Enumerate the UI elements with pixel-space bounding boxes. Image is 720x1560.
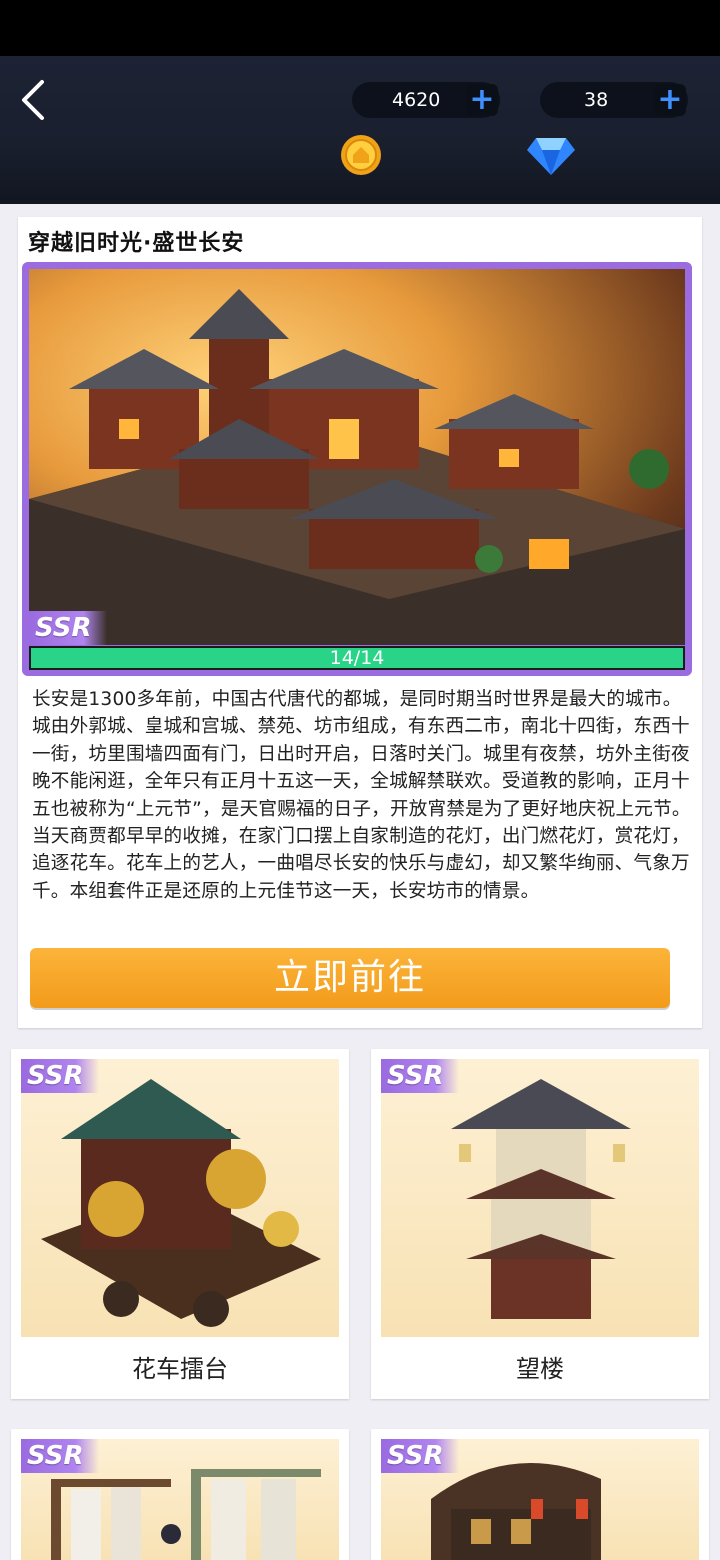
item-image: SSR: [381, 1439, 699, 1560]
rarity-badge: SSR: [21, 1059, 99, 1093]
rarity-badge: SSR: [29, 611, 107, 645]
set-description: 长安是1300多年前，中国古代唐代的都城，是同时期当时世界是最大的城市。城由外郭…: [32, 689, 691, 902]
item-name: 花车擂台: [132, 1355, 228, 1383]
set-title: 穿越旧时光·盛世长安: [28, 231, 245, 256]
item-card[interactable]: SSR 望楼: [371, 1049, 709, 1399]
status-bar: [0, 0, 720, 56]
plus-icon: +: [469, 82, 495, 117]
item-image: SSR: [381, 1059, 699, 1337]
gem-value: 38: [584, 89, 609, 111]
add-coins-button[interactable]: +: [466, 84, 498, 116]
item-card[interactable]: SSR: [371, 1429, 709, 1560]
coin-counter: 4620 +: [352, 82, 500, 118]
item-image: SSR: [21, 1059, 339, 1337]
hero-image: SSR: [29, 269, 685, 645]
rarity-badge: SSR: [21, 1439, 99, 1473]
back-arrow-icon: [22, 80, 44, 120]
coin-icon: [340, 134, 382, 176]
item-card[interactable]: SSR 花车擂台: [11, 1049, 349, 1399]
collection-progress-bar: 14/14: [29, 646, 685, 670]
hero-image-frame[interactable]: SSR 14/14: [22, 262, 692, 676]
add-gems-button[interactable]: +: [654, 84, 686, 116]
diamond-icon: [526, 136, 576, 176]
gem-counter: 38 +: [540, 82, 688, 118]
featured-set-card: 穿越旧时光·盛世长安 SSR 14/14 长安是1300多年前，中国古代唐代的都…: [18, 217, 702, 1028]
coin-value: 4620: [392, 89, 441, 111]
go-now-button[interactable]: 立即前往: [30, 948, 670, 1008]
top-bar: [0, 56, 720, 204]
back-button[interactable]: [14, 78, 64, 122]
item-image: SSR: [21, 1439, 339, 1560]
item-card[interactable]: SSR: [11, 1429, 349, 1560]
rarity-badge: SSR: [381, 1059, 459, 1093]
plus-icon: +: [657, 82, 683, 117]
rarity-badge: SSR: [381, 1439, 459, 1473]
item-name: 望楼: [516, 1355, 564, 1383]
progress-text: 14/14: [329, 647, 385, 669]
